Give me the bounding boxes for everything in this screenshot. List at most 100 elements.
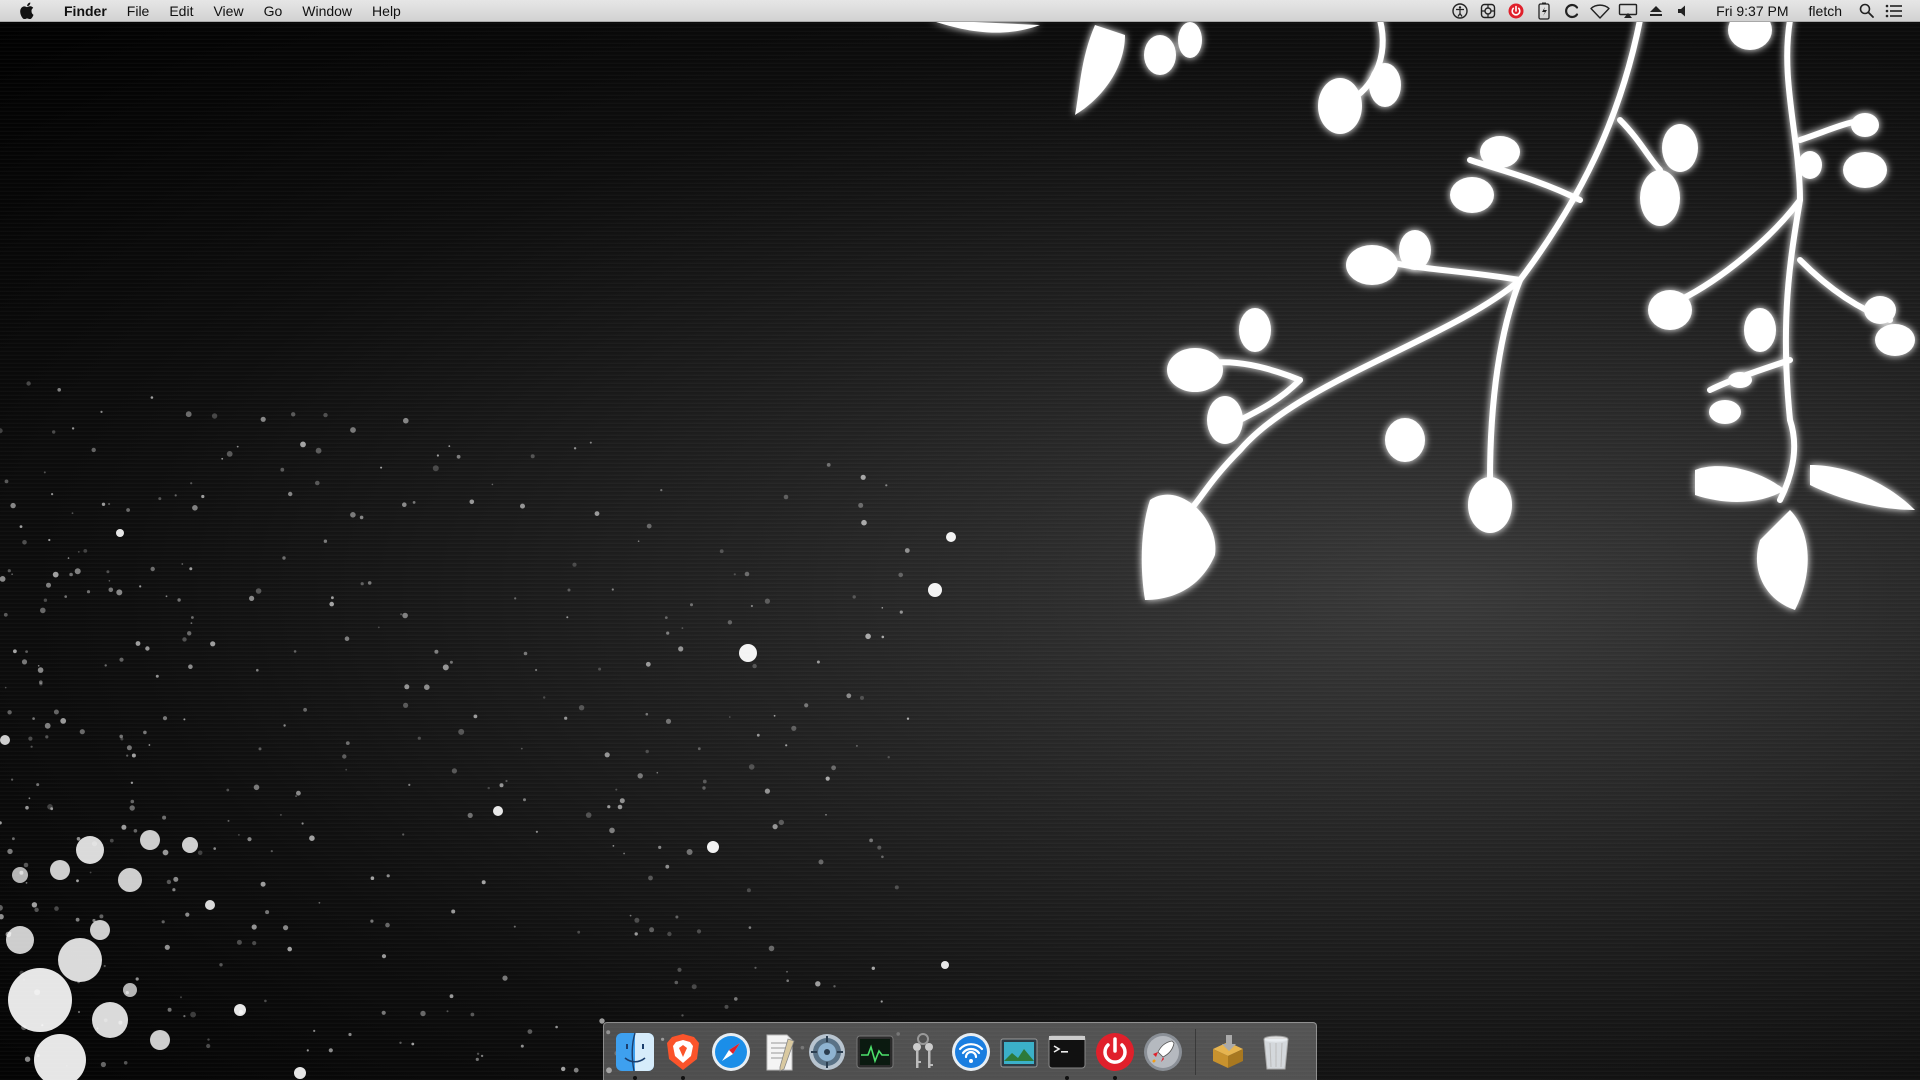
dust-particle [185, 912, 190, 917]
dust-particle [315, 480, 320, 486]
wifi-icon[interactable] [1590, 1, 1610, 21]
dust-particle [172, 888, 176, 892]
dust-particle [7, 710, 12, 715]
dust-particle [348, 1032, 352, 1037]
power-icon [1096, 1032, 1134, 1071]
dock-preview[interactable] [996, 1029, 1042, 1075]
dust-particle [345, 768, 348, 771]
apple-icon[interactable] [18, 2, 36, 20]
menu-edit[interactable]: Edit [159, 0, 203, 22]
notification-center-icon[interactable] [1884, 1, 1904, 21]
menu-file[interactable]: File [117, 0, 160, 22]
dust-particle [523, 798, 526, 802]
dust-particle [54, 906, 59, 911]
dock-safari[interactable] [708, 1029, 754, 1075]
dust-particle [573, 447, 577, 450]
dust-particle [852, 595, 856, 599]
dust-particle [22, 978, 25, 981]
search-icon[interactable] [1856, 1, 1876, 21]
dock-trash[interactable] [1253, 1029, 1299, 1075]
menu-user[interactable]: fletch [1799, 3, 1852, 19]
menu-view[interactable]: View [203, 0, 253, 22]
dust-particle [772, 824, 778, 830]
dust-particle [282, 556, 286, 560]
dock-launchpad[interactable] [1140, 1029, 1186, 1075]
airplay-icon[interactable] [1618, 1, 1638, 21]
dust-particle [79, 729, 85, 735]
dock-terminal[interactable] [1044, 1029, 1090, 1080]
installer-icon [1213, 1034, 1243, 1068]
dust-particle [370, 876, 375, 880]
wallpaper-art [0, 10, 1915, 1080]
dust-particle [645, 661, 651, 667]
dust-particle [53, 709, 59, 715]
dock-disk-utility[interactable] [804, 1029, 850, 1075]
desktop[interactable] [0, 0, 1920, 1080]
dust-particle [288, 491, 293, 497]
dust-particle [101, 502, 106, 506]
dust-particle [702, 786, 706, 790]
dock-keychain[interactable] [900, 1029, 946, 1075]
dust-particle [19, 870, 24, 875]
menu-clock[interactable]: Fri 9:37 PM [1698, 3, 1798, 19]
menu-help[interactable]: Help [362, 0, 411, 22]
dust-particle [323, 412, 328, 418]
dust-particle [778, 819, 784, 826]
dust-particle [13, 649, 17, 654]
dust-particle [535, 830, 539, 833]
dust-particle [578, 705, 585, 711]
dust-particle [612, 845, 615, 847]
menu-go[interactable]: Go [254, 0, 293, 22]
volume-icon[interactable] [1674, 1, 1694, 21]
c-app-icon[interactable] [1562, 1, 1582, 21]
dust-particle [130, 799, 135, 804]
wifi-diagnostics-icon [952, 1032, 990, 1071]
dock-textedit[interactable] [756, 1029, 802, 1075]
dust-particle [126, 745, 132, 751]
dock-brave[interactable] [660, 1029, 706, 1080]
battery-charging-icon[interactable] [1534, 1, 1554, 21]
dust-particle [4, 479, 9, 484]
dust-particle [126, 754, 129, 757]
dust-particle [46, 582, 51, 588]
dock-installer[interactable] [1205, 1029, 1251, 1075]
dock-finder[interactable] [612, 1029, 658, 1080]
dust-particle [264, 999, 267, 1003]
power-app-icon[interactable] [1506, 1, 1526, 21]
dust-particle [36, 783, 40, 787]
dock-power-app[interactable] [1092, 1029, 1138, 1080]
dust-particle [386, 874, 390, 878]
dust-particle [861, 519, 867, 526]
app-extension-icon[interactable] [1478, 1, 1498, 21]
menu-app-name[interactable]: Finder [54, 0, 117, 22]
dust-particle [11, 573, 13, 575]
dust-particle [885, 484, 888, 487]
dust-particle [295, 795, 298, 798]
dust-particle [825, 814, 827, 816]
dust-particle [76, 879, 79, 883]
dust-particle [833, 985, 836, 988]
dust-particle [191, 616, 194, 619]
dust-particle [44, 722, 51, 729]
dock-wifi-diagnostics[interactable] [948, 1029, 994, 1075]
dust-particle [12, 837, 15, 841]
dust-particle [449, 660, 453, 664]
dock-activity-monitor[interactable] [852, 1029, 898, 1075]
dust-particle [253, 784, 260, 791]
dust-particle [527, 1029, 533, 1034]
dust-particle [37, 665, 40, 667]
dust-particle [71, 512, 74, 515]
dust-particle [408, 783, 411, 787]
dust-particle [764, 788, 771, 794]
menu-window[interactable]: Window [292, 0, 362, 22]
dust-particle [108, 502, 111, 506]
accessibility-icon[interactable] [1450, 1, 1470, 21]
dust-particle [130, 781, 134, 784]
dust-particle [50, 807, 54, 811]
dust-particle [535, 668, 538, 672]
eject-icon[interactable] [1646, 1, 1666, 21]
dust-particle [476, 1052, 480, 1056]
dust-particle [898, 572, 903, 578]
dust-particle [249, 595, 255, 602]
dust-particle [11, 778, 14, 781]
